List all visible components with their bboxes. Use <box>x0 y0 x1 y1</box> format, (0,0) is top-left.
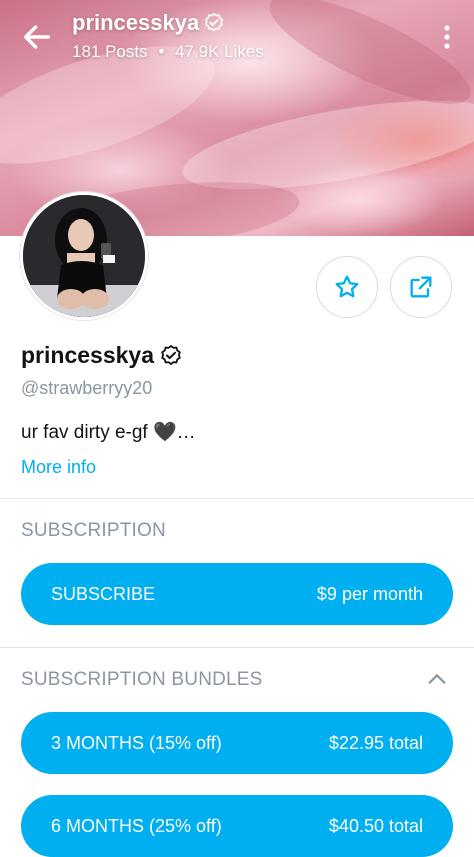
star-icon <box>335 275 359 298</box>
avatar[interactable] <box>20 192 148 320</box>
avatar-image <box>23 195 145 317</box>
profile-name: princesskya <box>21 342 183 369</box>
more-vertical-icon[interactable] <box>442 24 452 50</box>
posts-count: 181 Posts <box>72 42 148 61</box>
subscription-title: SUBSCRIPTION <box>21 520 166 541</box>
divider <box>0 647 474 648</box>
subscribe-button[interactable]: SUBSCRIBE $9 per month <box>21 563 453 625</box>
bundle-button-3-months[interactable]: 3 MONTHS (15% off) $22.95 total <box>21 712 453 774</box>
top-bar: princesskya 181 Posts • 47.9K Likes <box>0 0 474 80</box>
subscribe-label: SUBSCRIBE <box>51 583 156 604</box>
share-button[interactable] <box>390 256 452 318</box>
bundle-label: 6 MONTHS (25% off) <box>51 815 222 836</box>
likes-count: 47.9K Likes <box>175 42 264 61</box>
bundles-title: SUBSCRIPTION BUNDLES <box>21 669 263 690</box>
header-title: princesskya <box>72 10 264 36</box>
profile-bio: ur fav dirty e-gf 🖤… <box>21 422 196 443</box>
favorite-button[interactable] <box>316 256 378 318</box>
header-info: princesskya 181 Posts • 47.9K Likes <box>72 10 264 62</box>
subscribe-price: $9 per month <box>316 583 423 604</box>
chevron-up-icon[interactable] <box>426 668 448 690</box>
verified-icon <box>161 344 181 365</box>
more-info-link[interactable]: More info <box>21 457 96 478</box>
header-username: princesskya <box>72 10 200 35</box>
header-stats: 181 Posts • 47.9K Likes <box>72 42 264 62</box>
bundle-price: $22.95 total <box>328 732 423 753</box>
stats-separator: • <box>158 42 165 61</box>
share-icon <box>410 276 432 298</box>
verified-icon <box>205 12 224 32</box>
profile-handle: @strawberryy20 <box>21 378 153 398</box>
bundle-button-6-months[interactable]: 6 MONTHS (25% off) $40.50 total <box>21 795 453 857</box>
bundle-price: $40.50 total <box>328 815 423 836</box>
display-name: princesskya <box>21 342 154 368</box>
back-arrow-icon[interactable] <box>20 20 54 54</box>
bundle-label: 3 MONTHS (15% off) <box>51 732 222 753</box>
divider <box>0 498 474 499</box>
